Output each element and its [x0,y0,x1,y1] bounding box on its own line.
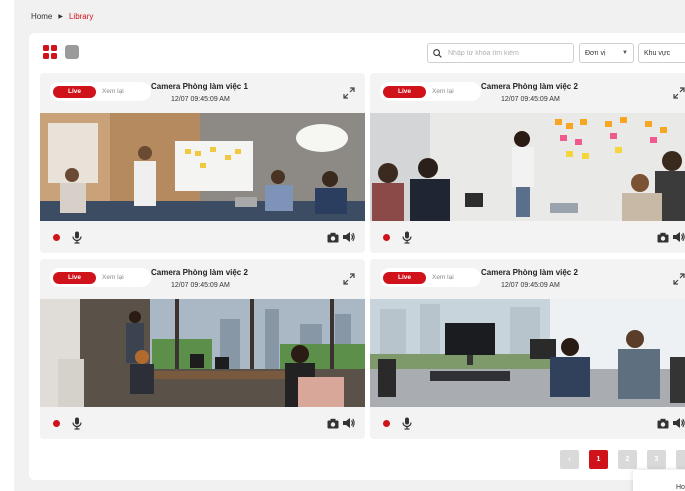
camera-card: Live Xem lại Camera Phòng làm việc 2 12/… [370,259,685,439]
live-button[interactable]: Live [53,271,96,284]
pagination: ‹ 1 2 3 [560,450,685,469]
snapshot-camera-icon[interactable] [657,418,669,429]
snapshot-camera-icon[interactable] [657,232,669,243]
breadcrumb-current: Library [68,12,94,21]
recording-dot-icon [383,420,390,427]
speaker-icon[interactable] [672,417,685,429]
search-input[interactable] [448,49,566,57]
expand-icon[interactable] [343,273,355,285]
breadcrumb-home[interactable]: Home [31,12,52,21]
view-toggle [43,45,79,59]
live-button[interactable]: Live [383,85,426,98]
replay-button[interactable]: Xem lại [432,88,454,95]
camera-card-footer [370,221,685,253]
expand-icon[interactable] [343,87,355,99]
snapshot-camera-icon[interactable] [327,418,339,429]
office-scene-image [40,299,365,407]
microphone-icon[interactable] [71,417,83,430]
camera-video-feed[interactable] [40,113,365,221]
camera-title: Camera Phòng làm việc 1 [151,82,248,91]
camera-card-footer [370,407,685,439]
replay-button[interactable]: Xem lại [432,274,454,281]
expand-icon[interactable] [673,273,685,285]
mode-switch: Live Xem lại [50,268,151,287]
unit-select[interactable]: Đơn vị ▼ [579,43,634,63]
live-button[interactable]: Live [383,271,426,284]
notification-popup[interactable]: Ho [633,470,685,491]
page-button[interactable] [676,450,685,469]
unit-select-label: Đơn vị [585,49,606,57]
replay-button[interactable]: Xem lại [102,88,124,95]
speaker-icon[interactable] [342,231,355,243]
camera-video-feed[interactable] [40,299,365,407]
camera-card-footer [40,407,365,439]
camera-card: Live Xem lại Camera Phòng làm việc 2 12/… [40,259,365,439]
microphone-icon[interactable] [71,231,83,244]
breadcrumb-separator-icon: ▶ [58,14,63,20]
camera-card-header: Live Xem lại Camera Phòng làm việc 2 12/… [40,259,365,299]
camera-card-header: Live Xem lại Camera Phòng làm việc 2 12/… [370,259,685,299]
live-button[interactable]: Live [53,85,96,98]
camera-title: Camera Phòng làm việc 2 [151,268,248,277]
speaker-icon[interactable] [672,231,685,243]
notification-text: Ho [676,484,685,491]
camera-title: Camera Phòng làm việc 2 [481,82,578,91]
search-icon [433,48,442,58]
grid-view-icon[interactable] [43,45,57,59]
camera-card: Live Xem lại Camera Phòng làm việc 2 12/… [370,73,685,253]
camera-card: Live Xem lại Camera Phòng làm việc 1 12/… [40,73,365,253]
camera-title: Camera Phòng làm việc 2 [481,268,578,277]
microphone-icon[interactable] [401,231,413,244]
page-button[interactable]: 2 [618,450,637,469]
left-rail [0,0,14,491]
replay-button[interactable]: Xem lại [102,274,124,281]
search-box [427,43,574,63]
mode-switch: Live Xem lại [380,268,481,287]
camera-timestamp: 12/07 09:45:09 AM [171,96,230,103]
expand-icon[interactable] [673,87,685,99]
chevron-left-icon: ‹ [568,456,571,463]
camera-card-footer [40,221,365,253]
camera-card-header: Live Xem lại Camera Phòng làm việc 1 12/… [40,73,365,113]
page-button[interactable]: 1 [589,450,608,469]
office-scene-image [370,113,685,221]
flag-icon [644,485,654,490]
office-scene-image [40,113,365,221]
area-select-label: Khu vực [644,49,671,57]
camera-video-feed[interactable] [370,113,685,221]
prev-page-button[interactable]: ‹ [560,450,579,469]
breadcrumb: Home ▶ Library [31,12,93,21]
office-scene-image [370,299,685,407]
area-select[interactable]: Khu vực ▼ [638,43,685,63]
speaker-icon[interactable] [342,417,355,429]
camera-timestamp: 12/07 09:45:09 AM [501,282,560,289]
camera-timestamp: 12/07 09:45:09 AM [501,96,560,103]
chevron-down-icon: ▼ [622,50,628,56]
snapshot-camera-icon[interactable] [327,232,339,243]
recording-dot-icon [383,234,390,241]
camera-card-header: Live Xem lại Camera Phòng làm việc 2 12/… [370,73,685,113]
page-button[interactable]: 3 [647,450,666,469]
mode-switch: Live Xem lại [50,82,151,101]
microphone-icon[interactable] [401,417,413,430]
recording-dot-icon [53,420,60,427]
mode-switch: Live Xem lại [380,82,481,101]
camera-video-feed[interactable] [370,299,685,407]
single-view-icon[interactable] [65,45,79,59]
recording-dot-icon [53,234,60,241]
camera-timestamp: 12/07 09:45:09 AM [171,282,230,289]
